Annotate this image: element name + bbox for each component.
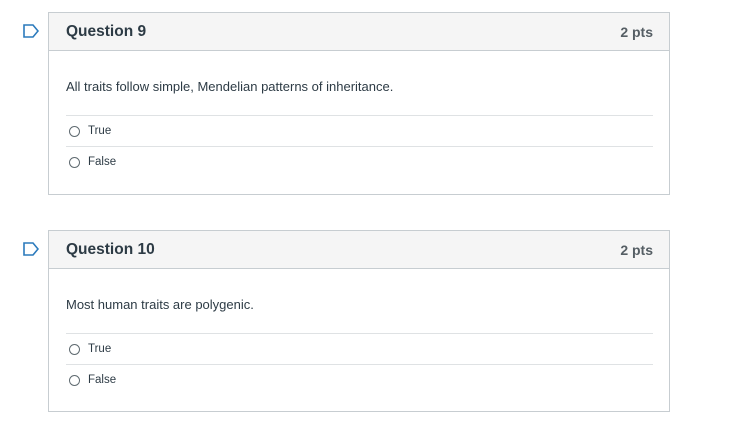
question-text: Most human traits are polygenic. bbox=[66, 297, 254, 312]
answer-option-false[interactable]: False bbox=[66, 364, 653, 395]
question-title: Question 10 bbox=[66, 240, 155, 258]
answer-label: False bbox=[88, 156, 117, 168]
question-title: Question 9 bbox=[66, 22, 147, 40]
question-header: Question 10 2 pts bbox=[49, 231, 669, 269]
radio-button[interactable] bbox=[69, 374, 80, 386]
radio-button[interactable] bbox=[69, 156, 80, 168]
question-points: 2 pts bbox=[620, 23, 653, 40]
radio-button[interactable] bbox=[69, 125, 80, 137]
answer-option-true[interactable]: True bbox=[66, 115, 653, 146]
question-body: All traits follow simple, Mendelian patt… bbox=[49, 51, 669, 177]
question-card-9: Question 9 2 pts All traits follow simpl… bbox=[23, 12, 670, 195]
question-header: Question 9 2 pts bbox=[49, 13, 669, 51]
answer-label: False bbox=[88, 374, 117, 386]
question-text: All traits follow simple, Mendelian patt… bbox=[66, 79, 394, 94]
answer-option-true[interactable]: True bbox=[66, 333, 653, 364]
question-body: Most human traits are polygenic. True Fa… bbox=[49, 269, 669, 395]
answer-list: True False bbox=[66, 115, 653, 177]
answer-label: True bbox=[88, 343, 112, 355]
radio-button[interactable] bbox=[69, 343, 80, 355]
answer-option-false[interactable]: False bbox=[66, 146, 653, 177]
question-points: 2 pts bbox=[620, 241, 653, 258]
answer-label: True bbox=[88, 125, 112, 137]
question-card-10: Question 10 2 pts Most human traits are … bbox=[23, 230, 670, 412]
flag-question-icon[interactable] bbox=[23, 24, 39, 38]
answer-list: True False bbox=[66, 333, 653, 395]
flag-question-icon[interactable] bbox=[23, 242, 39, 256]
